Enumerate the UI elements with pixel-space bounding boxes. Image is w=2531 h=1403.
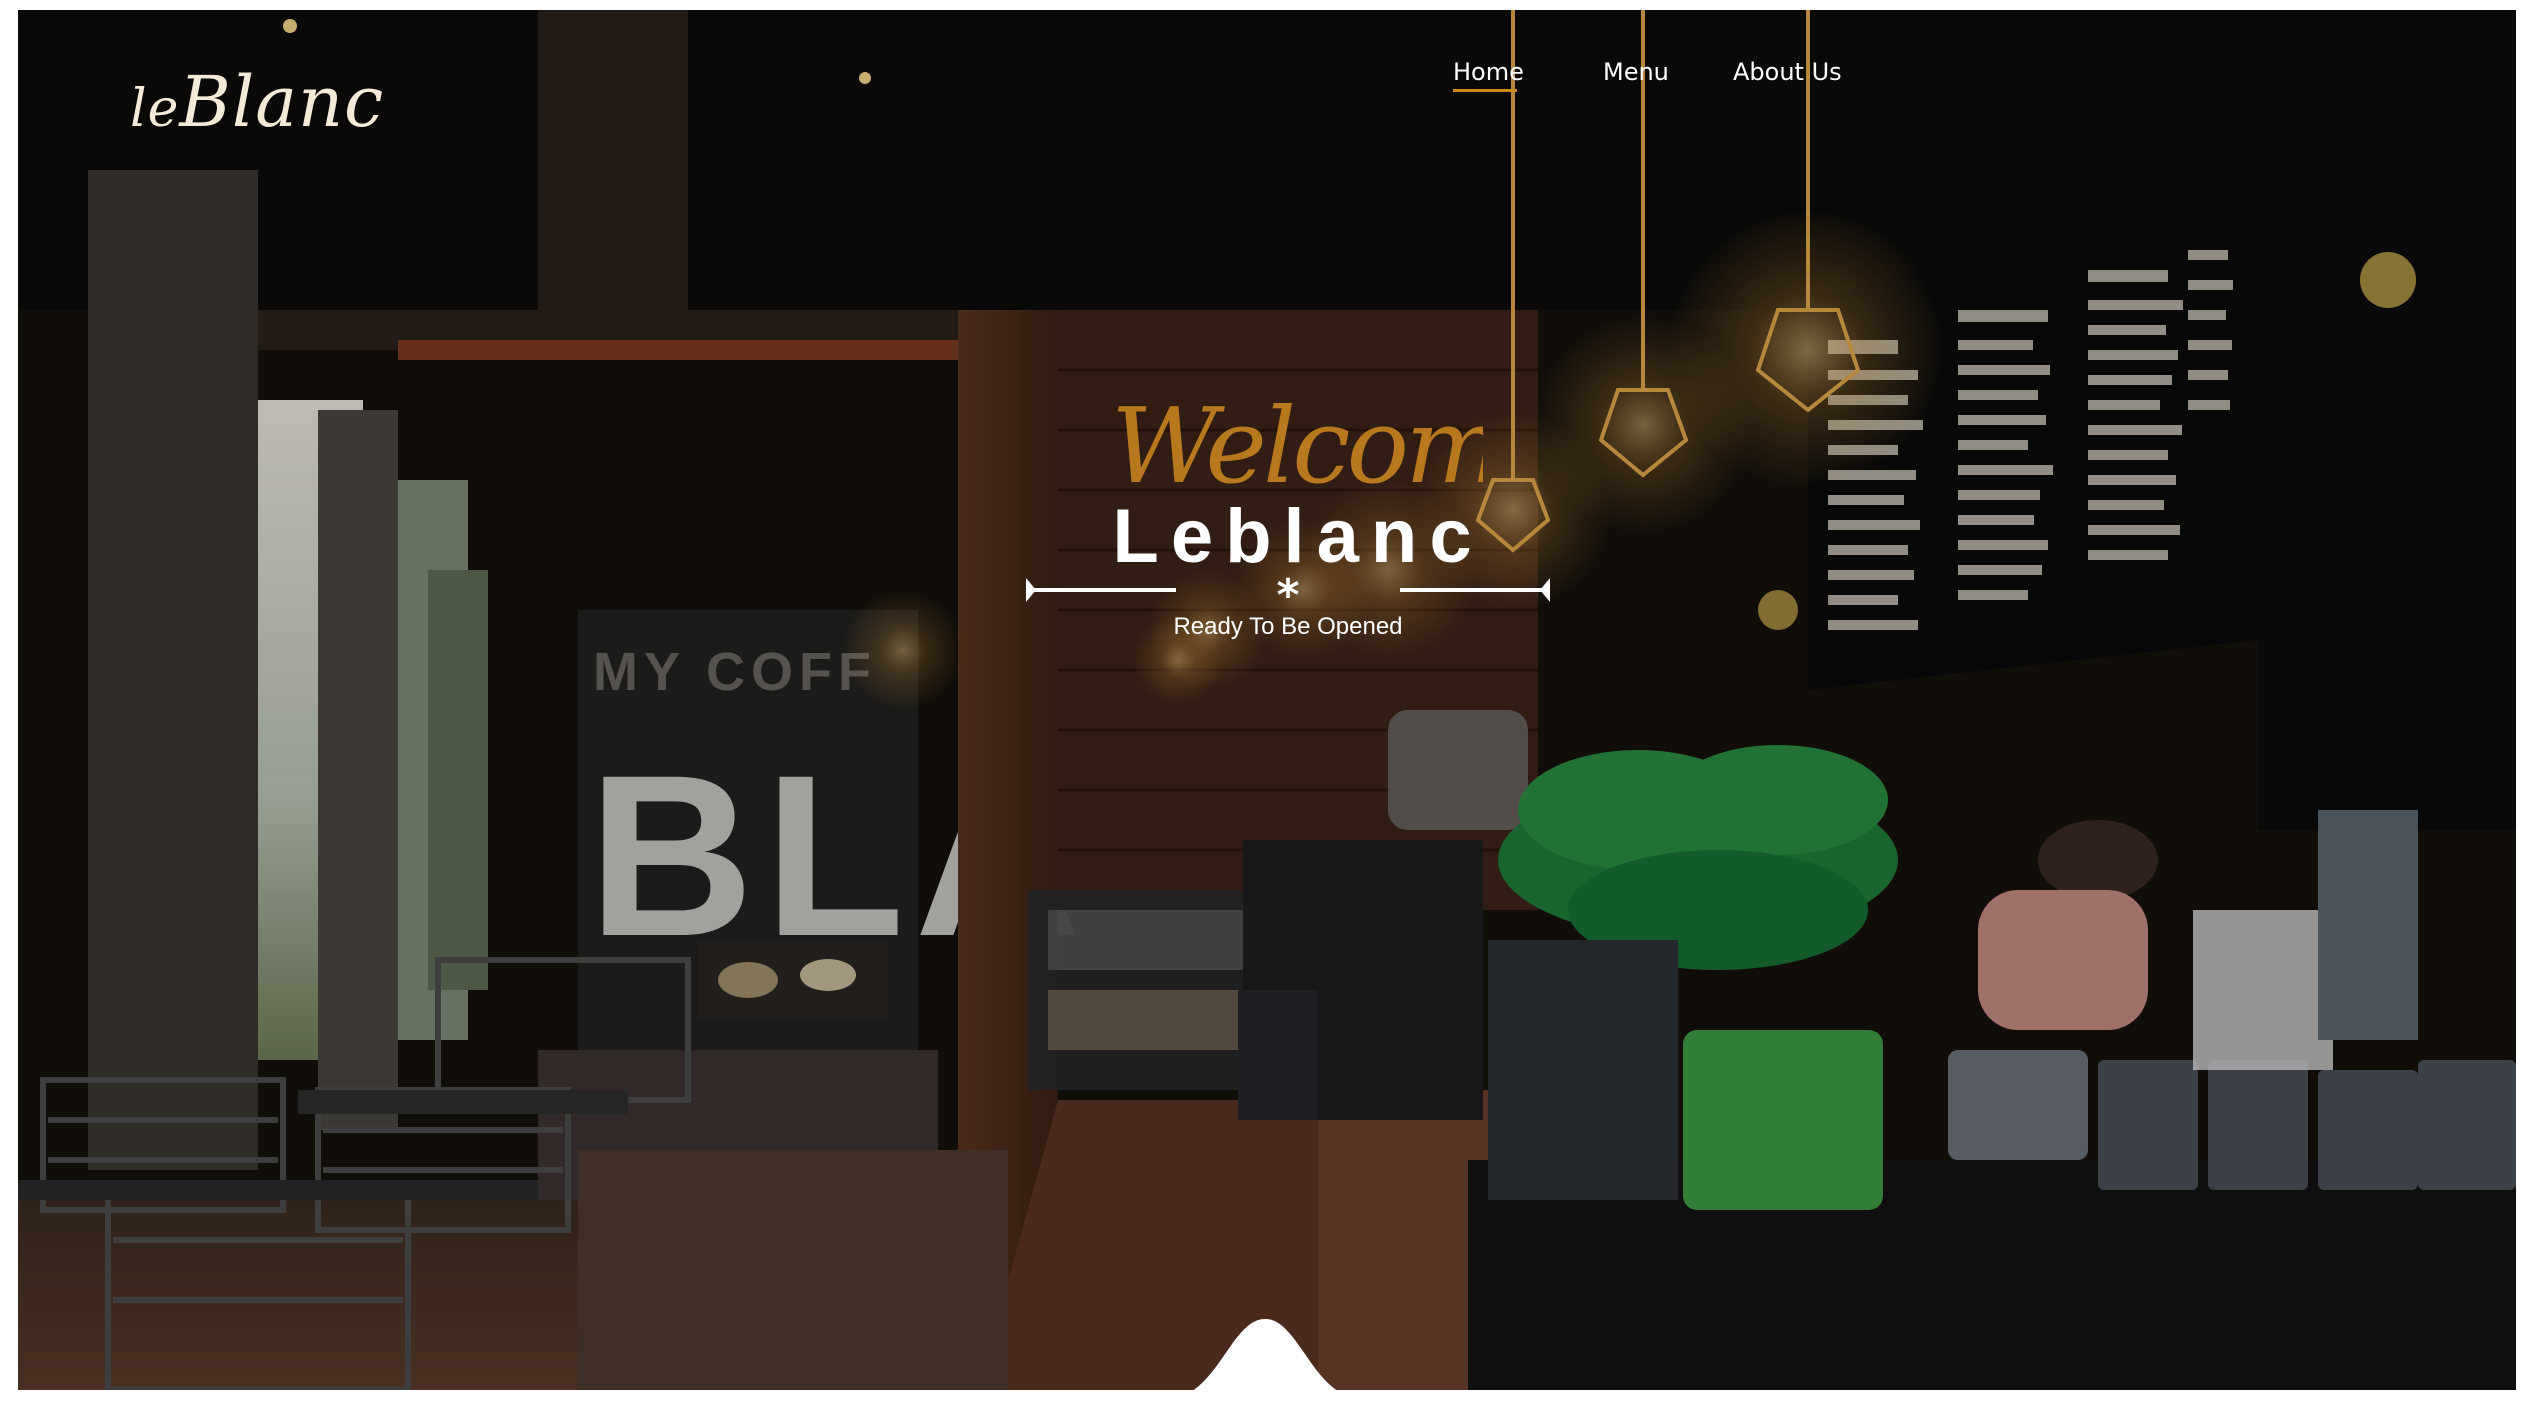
wave-scroll-icon[interactable] [1150, 1305, 1380, 1403]
nav-link-about-us-label: About Us [1733, 58, 1842, 86]
nav-link-menu[interactable]: Menu [1603, 55, 1733, 89]
welcome-script-heading: Welcome [1111, 385, 1483, 507]
main-navigation: Home Menu About Us [1453, 55, 1873, 92]
logo-main: Blanc [179, 61, 385, 143]
logo-prefix: le [130, 79, 180, 139]
hero-section: MY COFF BLA leBlanc Home Menu About Us W… [18, 10, 2516, 1390]
active-nav-underline [1453, 89, 1517, 92]
star-divider-icon: * [1026, 570, 1550, 610]
site-logo[interactable]: leBlanc [130, 52, 384, 152]
nav-link-home-label: Home [1453, 58, 1524, 86]
hero-background-image: MY COFF BLA [18, 10, 2516, 1390]
hero-title: Leblanc [1112, 494, 1484, 579]
hero-tagline: Ready To Be Opened [1173, 613, 1403, 640]
nav-link-about-us[interactable]: About Us [1733, 55, 1873, 89]
welcome-script-text: Welcome [1111, 385, 1483, 507]
nav-link-home[interactable]: Home [1453, 55, 1603, 92]
nav-link-menu-label: Menu [1603, 58, 1669, 86]
divider-glyph: * [1276, 570, 1299, 610]
